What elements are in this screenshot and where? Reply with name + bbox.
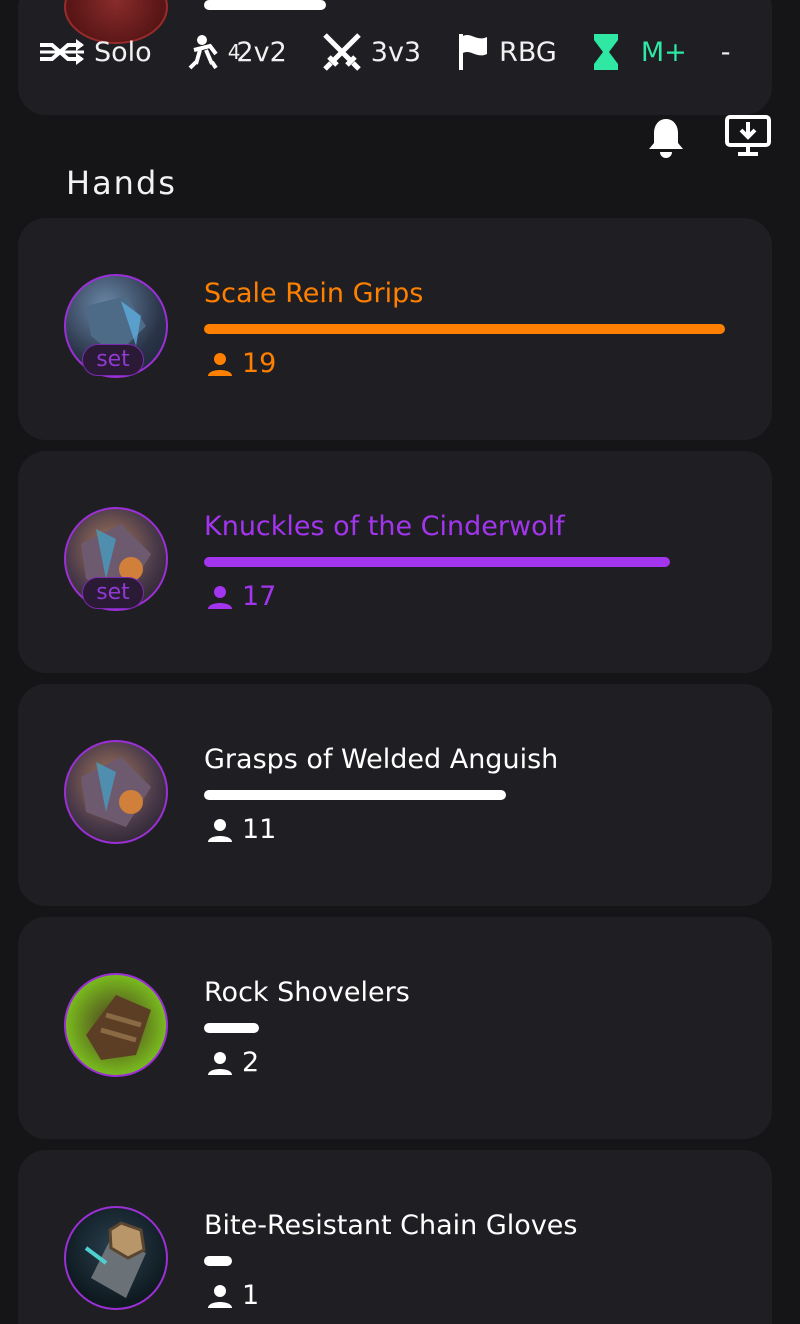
person-icon: [208, 1051, 232, 1075]
count-value: 2: [242, 1047, 260, 1078]
tab-label: 3v3: [370, 36, 422, 68]
player-count: 19: [208, 348, 276, 379]
popularity-bar: [204, 1256, 232, 1266]
crossed-swords-icon: [322, 33, 361, 71]
tab-mplus[interactable]: M+: [591, 32, 687, 72]
item-name: Grasps of Welded Anguish: [204, 744, 559, 775]
count-value: 19: [242, 348, 277, 379]
item-avatar: [64, 740, 168, 844]
bell-icon[interactable]: [646, 116, 686, 158]
item-card[interactable]: set Knuckles of the Cinderwolf 17: [18, 451, 772, 673]
tab-rbg[interactable]: RBG: [455, 32, 557, 72]
tab-label: Solo: [94, 36, 152, 68]
item-card[interactable]: set Scale Rein Grips 19: [18, 218, 772, 440]
hourglass-icon: [593, 34, 618, 70]
item-card[interactable]: Rock Shovelers 2: [18, 917, 772, 1139]
set-badge: set: [82, 577, 144, 609]
item-avatar: [64, 1206, 168, 1310]
popularity-bar: [204, 790, 506, 800]
count-value: 17: [242, 581, 277, 612]
item-name: Rock Shovelers: [204, 977, 410, 1008]
flag-icon: [459, 34, 488, 70]
popularity-bar: [204, 324, 725, 334]
tab-2v2[interactable]: 4 2v2: [186, 32, 287, 72]
player-count: 11: [208, 814, 276, 845]
person-icon: [208, 818, 232, 842]
count-value: 1: [242, 1280, 260, 1311]
set-badge: set: [82, 344, 144, 376]
item-avatar: [64, 973, 168, 1077]
gauntlet-icon: [84, 1221, 146, 1298]
tab-label: -: [720, 36, 731, 68]
person-icon: [208, 1284, 232, 1308]
item-card[interactable]: Bite-Resistant Chain Gloves 1: [18, 1150, 772, 1324]
player-count: 1: [208, 1280, 259, 1311]
bracket-tabs: Solo 4 2v2 3v3 RBG M+ -: [38, 28, 731, 76]
section-title: Hands: [66, 164, 177, 202]
item-card[interactable]: Grasps of Welded Anguish 11: [18, 684, 772, 906]
tab-label: M+: [640, 36, 687, 68]
popularity-bar: [204, 1023, 259, 1033]
gauntlet-icon: [86, 995, 151, 1060]
shuffle-icon: [40, 39, 84, 65]
tab-3v3[interactable]: 3v3: [321, 31, 421, 73]
download-icon[interactable]: [724, 114, 772, 158]
tab-more[interactable]: -: [721, 37, 731, 68]
fight-icon: [188, 35, 218, 70]
tab-solo[interactable]: Solo: [38, 37, 152, 68]
popularity-bar: [204, 0, 326, 10]
item-name: Scale Rein Grips: [204, 278, 424, 309]
player-count: 2: [208, 1047, 259, 1078]
count-value: 11: [242, 814, 277, 845]
tab-label: RBG: [499, 36, 557, 68]
person-icon: [208, 585, 232, 609]
person-icon: [208, 352, 232, 376]
item-name: Bite-Resistant Chain Gloves: [204, 1210, 578, 1241]
player-count: 17: [208, 581, 276, 612]
tab-label: 2v2: [236, 36, 287, 68]
popularity-bar: [204, 557, 670, 567]
item-name: Knuckles of the Cinderwolf: [204, 511, 565, 542]
gauntlet-icon: [81, 757, 151, 827]
